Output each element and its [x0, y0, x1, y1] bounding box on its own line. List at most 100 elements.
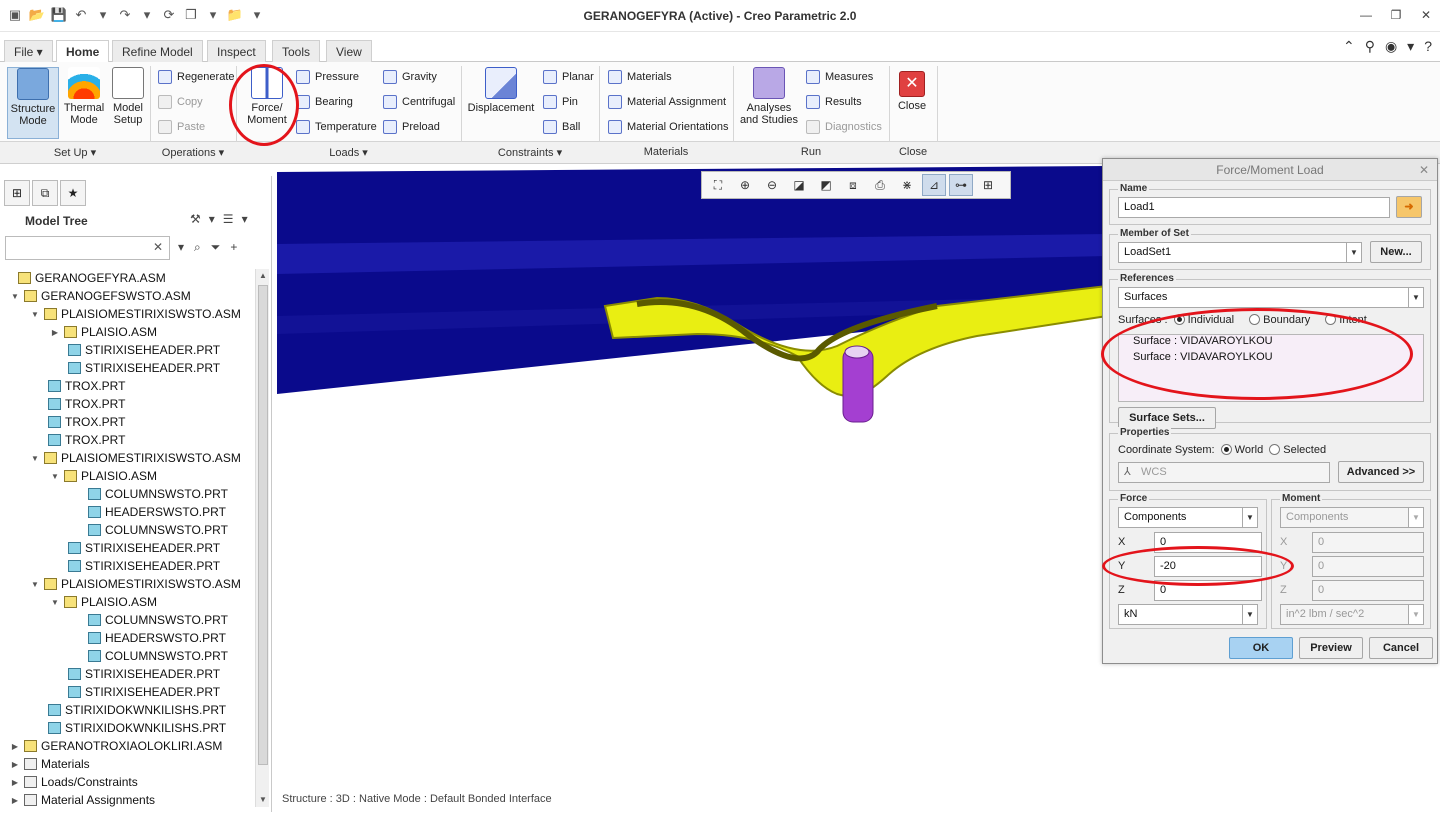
tree-item[interactable]: STIRIXIDOKWNKILISHS.PRT [4, 719, 254, 737]
thermal-mode-button[interactable]: Thermal Mode [62, 67, 106, 126]
tree-item[interactable]: ▶ GERANOTROXIAOLOKLIRI.ASM [4, 737, 254, 755]
tree-item[interactable]: ▼ PLAISIOMESTIRIXISWSTO.ASM [4, 575, 254, 593]
collapse-icon[interactable]: ▼ [50, 598, 60, 607]
tab-tools[interactable]: Tools [272, 40, 321, 62]
scroll-up-icon[interactable]: ▲ [256, 269, 270, 283]
tree-item[interactable]: TROX.PRT [4, 395, 254, 413]
tree-item[interactable]: STIRIXISEHEADER.PRT [4, 359, 254, 377]
tree-search-input[interactable]: ✕ [5, 236, 170, 260]
surface-sets-button[interactable]: Surface Sets... [1118, 407, 1216, 429]
close-icon[interactable]: ✕ [1418, 7, 1434, 23]
moment-y-input[interactable]: 0 [1312, 556, 1424, 577]
tree-item[interactable]: ▼ PLAISIOMESTIRIXISWSTO.ASM [4, 305, 254, 323]
moment-units-select[interactable]: in^2 lbm / sec^2 ▼ [1280, 604, 1424, 625]
materials-button[interactable]: Materials [608, 68, 672, 86]
expand-icon[interactable]: ▶ [10, 742, 20, 751]
tree-item[interactable]: TROX.PRT [4, 413, 254, 431]
advanced-button[interactable]: Advanced >> [1338, 461, 1424, 483]
folder-browser-tab-icon[interactable]: ⧉ [32, 180, 58, 206]
model-setup-button[interactable]: Model Setup [108, 67, 148, 126]
pressure-button[interactable]: Pressure [296, 68, 359, 86]
tree-item[interactable]: ▶ PLAISIO.ASM [4, 323, 254, 341]
temperature-button[interactable]: Temperature [296, 118, 377, 136]
display-style-icon[interactable]: ◩ [814, 174, 838, 196]
tree-item[interactable]: ▶ Material Assignments [4, 791, 254, 809]
collapse-icon[interactable]: ▼ [30, 310, 40, 319]
tab-home[interactable]: Home [56, 40, 110, 63]
tree-item[interactable]: ▼ GERANOGEFSWSTO.ASM [4, 287, 254, 305]
regenerate-button[interactable]: Regenerate [158, 68, 235, 86]
moment-z-input[interactable]: 0 [1312, 580, 1424, 601]
scroll-thumb[interactable] [258, 285, 268, 765]
group-operations[interactable]: Operations ▾ [150, 146, 236, 159]
help-question-icon[interactable]: ? [1424, 38, 1432, 55]
structure-mode-button[interactable]: Structure Mode [7, 67, 59, 139]
preview-button[interactable]: Preview [1299, 637, 1363, 659]
show-menu-icon[interactable]: ☰ [223, 212, 234, 226]
reference-type-select[interactable]: Surfaces ▼ [1118, 287, 1424, 308]
load-set-select[interactable]: LoadSet1 ▼ [1118, 242, 1362, 263]
tree-item[interactable]: COLUMNSWSTO.PRT [4, 611, 254, 629]
tree-item[interactable]: STIRIXIDOKWNKILISHS.PRT [4, 701, 254, 719]
ball-button[interactable]: Ball [543, 118, 580, 136]
close-icon[interactable]: ✕ [1419, 159, 1429, 181]
analyses-studies-button[interactable]: Analyses and Studies [739, 67, 799, 126]
simulation-display-icon[interactable]: ⋇ [895, 174, 919, 196]
tab-view[interactable]: View [326, 40, 372, 62]
bearing-button[interactable]: Bearing [296, 93, 353, 111]
centrifugal-button[interactable]: Centrifugal [383, 93, 455, 111]
measures-button[interactable]: Measures [806, 68, 873, 86]
tree-item[interactable]: COLUMNSWSTO.PRT [4, 521, 254, 539]
tree-item[interactable]: STIRIXISEHEADER.PRT [4, 341, 254, 359]
color-picker-button[interactable]: ➜ [1396, 196, 1422, 218]
gravity-button[interactable]: Gravity [383, 68, 437, 86]
search-icon[interactable]: ⚲ [1365, 38, 1375, 55]
moment-x-input[interactable]: 0 [1312, 532, 1424, 553]
material-assignment-button[interactable]: Material Assignment [608, 93, 726, 111]
force-type-select[interactable]: Components ▼ [1118, 507, 1258, 528]
filter-icon[interactable]: ⏷ [211, 240, 221, 255]
tree-item[interactable]: HEADERSWSTO.PRT [4, 503, 254, 521]
tree-item[interactable]: COLUMNSWSTO.PRT [4, 647, 254, 665]
expand-icon[interactable]: ▶ [10, 796, 20, 805]
repaint-icon[interactable]: ◪ [787, 174, 811, 196]
tree-item[interactable]: ▼ PLAISIOMESTIRIXISWSTO.ASM [4, 449, 254, 467]
selected-radio[interactable] [1269, 444, 1281, 455]
collapse-icon[interactable]: ▼ [30, 454, 40, 463]
planar-button[interactable]: Planar [543, 68, 594, 86]
model-tree-tab-icon[interactable]: ⊞ [4, 180, 30, 206]
clear-search-icon[interactable]: ✕ [153, 240, 163, 254]
group-setup[interactable]: Set Up ▾ [0, 146, 150, 159]
tree-item[interactable]: GERANOGEFYRA.ASM [4, 269, 254, 287]
tree-item[interactable]: STIRIXISEHEADER.PRT [4, 683, 254, 701]
coordinate-system-field[interactable]: ⅄ WCS [1118, 462, 1330, 483]
material-orientations-button[interactable]: Material Orientations [608, 118, 729, 136]
tree-item[interactable]: ▼ PLAISIO.ASM [4, 467, 254, 485]
tree-item[interactable]: ▶ Materials [4, 755, 254, 773]
copy-button[interactable]: Copy [158, 93, 203, 111]
tab-inspect[interactable]: Inspect [207, 40, 266, 62]
collapse-icon[interactable]: ▼ [10, 292, 20, 301]
tree-item[interactable]: STIRIXISEHEADER.PRT [4, 665, 254, 683]
help-dropdown-icon[interactable]: ▾ [1407, 38, 1414, 55]
tree-settings-icon[interactable]: ⚒ [190, 212, 201, 226]
tree-item[interactable]: STIRIXISEHEADER.PRT [4, 539, 254, 557]
saved-views-icon[interactable]: ⧈ [841, 174, 865, 196]
tree-item[interactable]: HEADERSWSTO.PRT [4, 629, 254, 647]
world-radio[interactable] [1220, 444, 1232, 455]
paste-button[interactable]: Paste [158, 118, 205, 136]
force-units-select[interactable]: kN ▼ [1118, 604, 1258, 625]
favorites-tab-icon[interactable]: ★ [60, 180, 86, 206]
tree-item[interactable]: TROX.PRT [4, 431, 254, 449]
restore-icon[interactable]: ❐ [1388, 7, 1404, 23]
connections-display-icon[interactable]: ⊶ [949, 174, 973, 196]
tree-scrollbar[interactable]: ▲ ▼ [255, 269, 269, 807]
name-field[interactable]: Load1 [1118, 197, 1390, 218]
find-icon[interactable]: ⌕ [194, 240, 201, 255]
tab-file[interactable]: File ▾ [4, 40, 53, 62]
preload-button[interactable]: Preload [383, 118, 440, 136]
tree-item[interactable]: STIRIXISEHEADER.PRT [4, 557, 254, 575]
expand-icon[interactable]: ▶ [50, 328, 60, 337]
refit-icon[interactable]: ⛶ [706, 174, 730, 196]
annotation-display-icon[interactable]: ⊞ [976, 174, 1000, 196]
